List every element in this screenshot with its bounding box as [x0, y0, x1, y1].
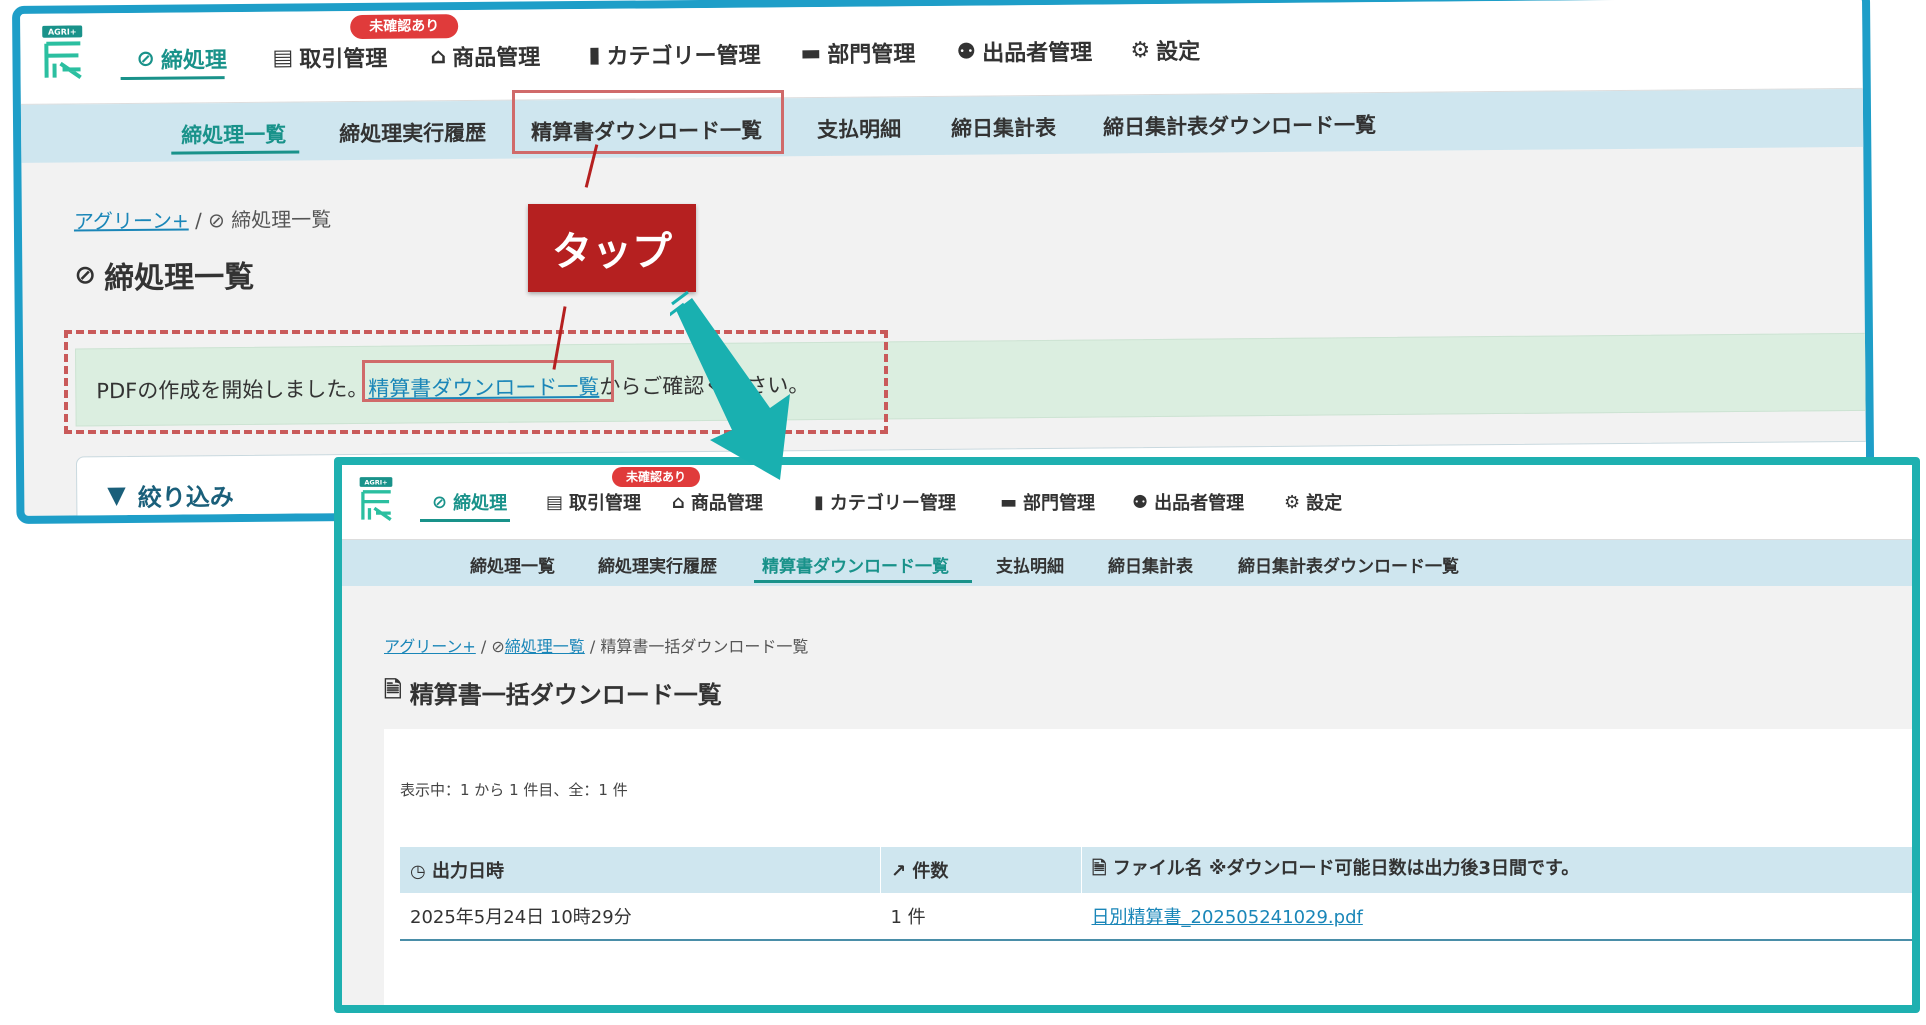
nav-settings[interactable]: ⚙ 設定 — [1130, 34, 1200, 67]
nav-shimeshori[interactable]: ⊘ 締処理 — [432, 489, 507, 515]
chart-line-icon: ↗ — [891, 861, 907, 882]
check-circle-icon: ⊘ — [74, 260, 97, 291]
unconfirmed-badge: 未確認あり — [350, 14, 459, 40]
nav-category[interactable]: ▮ カテゴリー管理 — [814, 489, 956, 515]
column-header-datetime: ◷ 出力日時 — [400, 847, 881, 893]
nav-active-underline — [420, 519, 510, 522]
nav-shuppinsha[interactable]: ⚉ 出品者管理 — [956, 35, 1092, 68]
nav-bumon[interactable]: ▬ 部門管理 — [800, 36, 915, 69]
clock-icon: ◷ — [410, 861, 426, 882]
top-navigation: AGRI+ ⊘ 締処理 ▤ 取引管理 未確認あり ⌂ 商品管理 ▮ カテゴリー管理 ▬ 部… — [342, 465, 1912, 540]
subnav-history[interactable]: 締処理実行履歴 — [339, 117, 486, 148]
top-navigation: AGRI+ ⊘ 締処理 ▤ 取引管理 未確認あり ⌂ 商品管理 ▮ カテゴリー管理 ▬ 部… — [20, 0, 1863, 105]
subnav-history[interactable]: 締処理実行履歴 — [598, 552, 717, 577]
check-circle-icon: ⊘ — [136, 46, 156, 72]
basket-icon: ⌂ — [430, 43, 447, 69]
subnav-shimeshori-list[interactable]: 締処理一覧 — [181, 119, 286, 150]
subnav-payment[interactable]: 支払明細 — [996, 552, 1064, 577]
tap-callout: タップ — [528, 204, 696, 292]
app-logo: AGRI+ — [40, 25, 85, 85]
svg-text:AGRI+: AGRI+ — [48, 27, 77, 36]
folder-icon: ▬ — [1000, 491, 1018, 513]
subnav-summary[interactable]: 締日集計表 — [1108, 552, 1193, 577]
highlight-alert-link — [362, 360, 614, 402]
nav-settings[interactable]: ⚙ 設定 — [1284, 489, 1342, 515]
screen-after: AGRI+ ⊘ 締処理 ▤ 取引管理 未確認あり ⌂ 商品管理 ▮ カテゴリー管理 ▬ 部… — [334, 457, 1920, 1013]
document-icon: ▤ — [546, 491, 564, 513]
users-icon: ⚉ — [1132, 491, 1149, 513]
subnav-summary-download[interactable]: 締日集計表ダウンロード一覧 — [1238, 552, 1459, 577]
subnav-active-underline — [754, 580, 972, 583]
breadcrumb-middle[interactable]: 締処理一覧 — [505, 637, 585, 656]
app-logo: AGRI+ — [358, 477, 394, 527]
nav-active-underline — [120, 76, 225, 81]
nav-shohin[interactable]: ⌂ 商品管理 — [672, 489, 763, 515]
nav-bumon[interactable]: ▬ 部門管理 — [1000, 489, 1095, 515]
nav-torihiki[interactable]: ▤ 取引管理 — [272, 41, 387, 74]
breadcrumb-root[interactable]: アグリーン+ — [74, 208, 189, 233]
gear-icon: ⚙ — [1130, 37, 1151, 63]
subnav-shimeshori-list[interactable]: 締処理一覧 — [470, 552, 555, 577]
folder-icon: ▬ — [800, 40, 822, 66]
breadcrumb: アグリーン+ / ⊘ 締処理一覧 — [73, 207, 332, 234]
document-icon: ▤ — [272, 45, 294, 71]
nav-shimeshori[interactable]: ⊘ 締処理 — [136, 42, 227, 75]
check-circle-icon: ⊘ — [491, 637, 505, 656]
svg-text:AGRI+: AGRI+ — [364, 478, 387, 486]
page-title: ⊘ 締処理一覧 — [74, 259, 255, 297]
gear-icon: ⚙ — [1284, 491, 1301, 513]
subnav-active-underline — [171, 150, 300, 155]
cell-datetime: 2025年5月24日 10時29分 — [400, 893, 881, 941]
breadcrumb-root[interactable]: アグリーン+ — [384, 637, 476, 656]
screen-before: AGRI+ ⊘ 締処理 ▤ 取引管理 未確認あり ⌂ 商品管理 ▮ カテゴリー管理 ▬ 部… — [12, 0, 1875, 524]
pdf-download-link[interactable]: 日別精算書_202505241029.pdf — [1092, 907, 1363, 928]
table-row: 2025年5月24日 10時29分 1 件 日別精算書_202505241029… — [400, 893, 1912, 941]
sub-navigation: 締処理一覧 締処理実行履歴 精算書ダウンロード一覧 支払明細 締日集計表 締日集… — [342, 540, 1912, 586]
subnav-summary[interactable]: 締日集計表 — [951, 112, 1056, 143]
check-circle-icon: ⊘ — [208, 208, 225, 233]
results-panel: 表示中：1 から 1 件目、全：1 件 ◷ 出力日時 ↗ 件数 🗎 ファイル名 … — [384, 729, 1912, 1005]
bookmark-icon: ▮ — [814, 491, 824, 513]
column-header-count: ↗ 件数 — [880, 847, 1082, 893]
cell-filename: 日別精算書_202505241029.pdf — [1081, 893, 1912, 941]
nav-torihiki[interactable]: ▤ 取引管理 — [546, 489, 641, 515]
breadcrumb-current: 精算書一括ダウンロード一覧 — [600, 637, 809, 656]
column-header-filename: 🗎 ファイル名 ※ダウンロード可能日数は出力後3日間です。 — [1081, 847, 1912, 893]
filter-icon: ▼ — [107, 481, 126, 510]
file-icon: 🗎 — [1092, 858, 1107, 879]
basket-icon: ⌂ — [672, 491, 685, 513]
nav-shuppinsha[interactable]: ⚉ 出品者管理 — [1132, 489, 1244, 515]
subnav-statement-download[interactable]: 精算書ダウンロード一覧 — [762, 552, 949, 577]
page-title: 🗎 精算書一括ダウンロード一覧 — [384, 673, 722, 711]
breadcrumb: アグリーン+ / ⊘締処理一覧 / 精算書一括ダウンロード一覧 — [384, 637, 809, 656]
highlight-subnav-download — [512, 90, 784, 154]
nav-shohin[interactable]: ⌂ 商品管理 — [430, 39, 540, 72]
bookmark-icon: ▮ — [588, 42, 601, 68]
download-table: ◷ 出力日時 ↗ 件数 🗎 ファイル名 ※ダウンロード可能日数は出力後3日間です… — [400, 847, 1912, 941]
transition-arrow-icon — [670, 290, 790, 480]
check-circle-icon: ⊘ — [432, 491, 448, 513]
breadcrumb-current: 締処理一覧 — [231, 207, 332, 233]
subnav-summary-download[interactable]: 締日集計表ダウンロード一覧 — [1103, 109, 1376, 141]
cell-count: 1 件 — [880, 893, 1082, 941]
subnav-payment[interactable]: 支払明細 — [817, 113, 901, 144]
users-icon: ⚉ — [956, 39, 977, 65]
result-count: 表示中：1 から 1 件目、全：1 件 — [400, 781, 628, 799]
pdf-file-icon: 🗎 — [384, 678, 402, 703]
nav-category[interactable]: ▮ カテゴリー管理 — [588, 37, 760, 71]
